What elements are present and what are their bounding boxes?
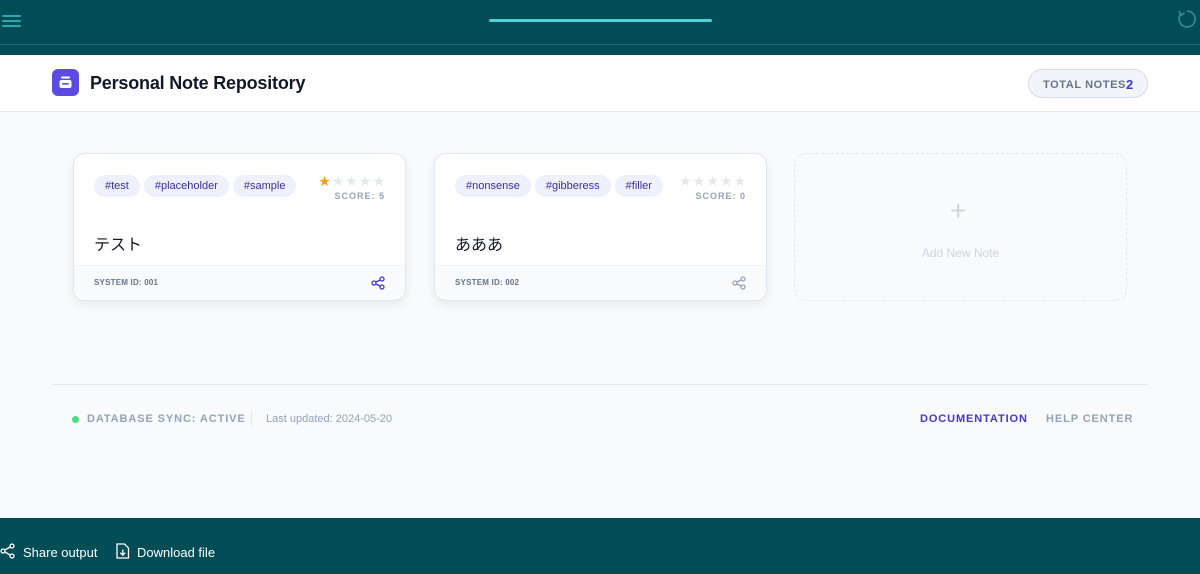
star-rating[interactable]: ★ ★ ★ ★ ★ [679, 174, 746, 188]
total-notes-badge: TOTAL NOTES 2 [1028, 69, 1148, 98]
star-icon[interactable]: ★ [679, 174, 692, 188]
help-center-link[interactable]: HELP CENTER [1046, 413, 1133, 425]
bottom-bar: Share output Download file [0, 518, 1200, 574]
star-icon[interactable]: ★ [372, 174, 385, 188]
documentation-link[interactable]: DOCUMENTATION [920, 413, 1028, 425]
card-footer: SYSTEM ID: 001 [74, 265, 405, 300]
star-icon[interactable]: ★ [359, 174, 372, 188]
star-icon[interactable]: ★ [706, 174, 719, 188]
plus-icon: + [950, 195, 967, 226]
add-note-label: Add New Note [921, 246, 1000, 260]
app-header: Personal Note Repository TOTAL NOTES 2 [0, 55, 1200, 112]
refresh-icon[interactable] [1176, 8, 1200, 34]
star-icon[interactable]: ★ [720, 174, 733, 188]
star-icon[interactable]: ★ [733, 174, 746, 188]
share-output-button[interactable]: Share output [0, 542, 98, 562]
sync-status: DATABASE SYNC: ACTIVE [87, 413, 246, 425]
share-output-label: Share output [23, 544, 98, 560]
star-rating[interactable]: ★ ★ ★ ★ ★ [318, 174, 385, 188]
note-card[interactable]: #test #placeholder #sample ★ ★ ★ ★ ★ SCORE: … [73, 153, 406, 301]
share-icon[interactable] [732, 276, 746, 290]
star-icon[interactable]: ★ [318, 174, 331, 188]
download-file-button[interactable]: Download file [116, 542, 216, 562]
sync-status-dot [72, 416, 79, 423]
note-card[interactable]: #nonsense #gibberess #filler ★ ★ ★ ★ ★ SCORE… [434, 153, 767, 301]
footer-divider [52, 384, 1148, 385]
score-label: SCORE: 0 [695, 191, 746, 201]
tag-chip[interactable]: #nonsense [455, 175, 531, 197]
star-icon[interactable]: ★ [345, 174, 358, 188]
last-updated: Last updated: 2024-05-20 [266, 413, 392, 425]
menu-icon[interactable] [2, 13, 22, 29]
score-label: SCORE: 5 [334, 191, 385, 201]
footer-separator [251, 411, 252, 427]
add-note-button[interactable]: + Add New Note [794, 153, 1127, 301]
loading-progress-bar [489, 19, 712, 22]
star-icon[interactable]: ★ [332, 174, 345, 188]
total-notes-label: TOTAL NOTES [1043, 79, 1126, 91]
tag-chip[interactable]: #test [94, 175, 140, 197]
tag-chip[interactable]: #placeholder [143, 175, 229, 197]
top-bar-spacer [0, 45, 1200, 55]
page-title: Personal Note Repository [90, 73, 306, 93]
tag-chip[interactable]: #filler [614, 175, 663, 197]
note-content: テスト [94, 237, 143, 254]
card-footer: SYSTEM ID: 002 [435, 265, 766, 300]
total-notes-count: 2 [1126, 77, 1134, 92]
download-file-label: Download file [137, 544, 216, 560]
top-bar [0, 0, 1200, 45]
star-icon[interactable]: ★ [693, 174, 706, 188]
note-content: あああ [455, 237, 504, 254]
system-id: SYSTEM ID: 001 [94, 278, 159, 287]
inbox-tray-icon [52, 69, 79, 96]
tag-list: #nonsense #gibberess #filler [455, 175, 663, 197]
share-icon[interactable] [371, 276, 385, 290]
download-file-icon [116, 542, 130, 562]
tag-chip[interactable]: #gibberess [534, 175, 611, 197]
system-id: SYSTEM ID: 002 [455, 278, 520, 287]
share-icon [0, 542, 16, 562]
tag-list: #test #placeholder #sample [94, 175, 297, 197]
tag-chip[interactable]: #sample [232, 175, 297, 197]
